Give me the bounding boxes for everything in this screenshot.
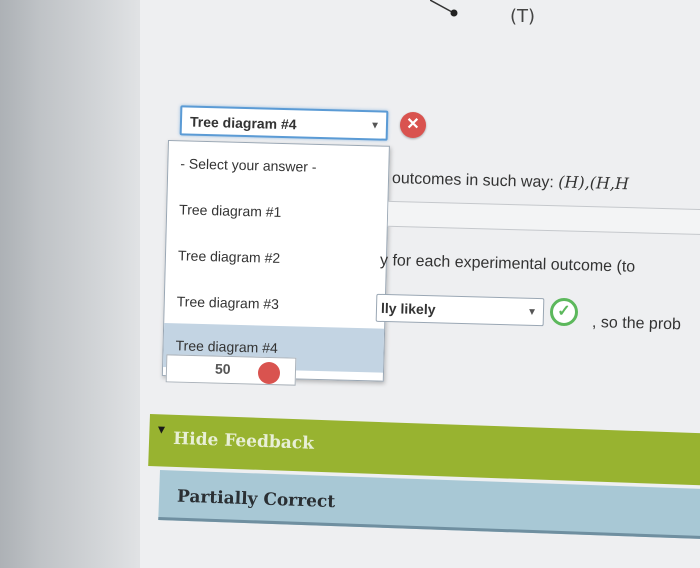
dropdown-option-placeholder[interactable]: - Select your answer - [168, 141, 389, 191]
likelihood-select[interactable]: lly likely ▼ [375, 293, 545, 327]
triangle-down-icon: ▼ [155, 422, 168, 437]
chevron-down-icon: ▼ [369, 120, 381, 132]
chevron-down-icon: ▼ [526, 306, 538, 319]
tree-diagram-dropdown-list: - Select your answer - Tree diagram #1 T… [161, 140, 390, 382]
outcomes-math: (H),(H,H [558, 172, 630, 194]
check-circle-icon: ✓ [550, 298, 578, 326]
dropdown-option-tree-1[interactable]: Tree diagram #1 [167, 187, 388, 237]
tree-diagram-fragment [430, 0, 458, 17]
outcome-label: (T) [510, 6, 536, 27]
trailing-sentence: , so the prob [591, 314, 682, 334]
dropdown-option-tree-3[interactable]: Tree diagram #3 [164, 279, 385, 329]
result-label: Partially Correct [176, 486, 336, 513]
x-circle-icon: ✕ [400, 112, 426, 138]
x-circle-icon [258, 362, 280, 384]
page-edge-shadow [0, 0, 150, 568]
tree-diagram-select-value: Tree diagram #4 [189, 113, 297, 133]
likelihood-select-value: lly likely [380, 299, 436, 318]
partial-answer-value: 50 [214, 360, 231, 377]
tree-diagram-select[interactable]: Tree diagram #4 ▼ [179, 105, 389, 141]
hide-feedback-label: Hide Feedback [172, 428, 315, 454]
outcomes-text: outcomes in such way: [391, 170, 559, 192]
dropdown-option-tree-2[interactable]: Tree diagram #2 [165, 233, 386, 283]
